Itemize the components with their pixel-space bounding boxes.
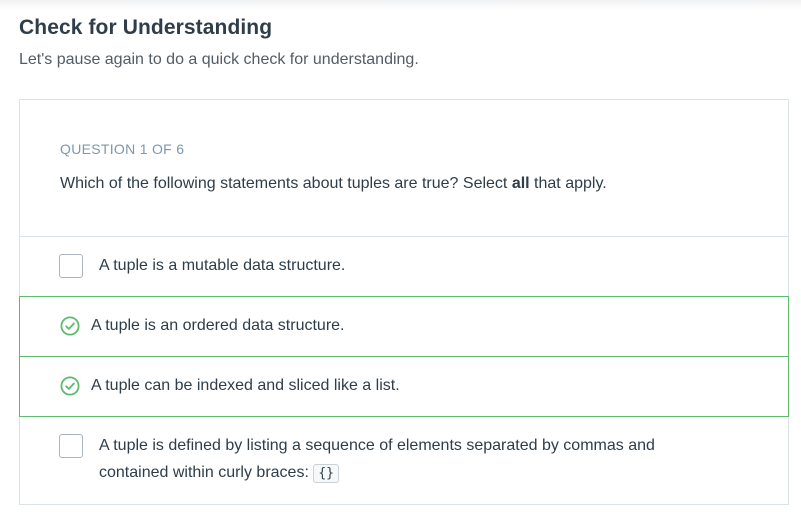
correct-check-icon [60,376,80,396]
page-subtitle: Let's pause again to do a quick check fo… [19,51,419,68]
page-title: Check for Understanding [19,16,273,39]
answer-option-3[interactable]: A tuple can be indexed and sliced like a… [19,356,789,417]
option-label: A tuple is an ordered data structure. [91,317,345,334]
question-prompt-end: that apply. [529,175,607,192]
answer-option-1[interactable]: A tuple is a mutable data structure. [19,237,789,297]
answer-option-2[interactable]: A tuple is an ordered data structure. [19,296,789,357]
option-label: A tuple is a mutable data structure. [99,257,346,274]
curly-braces-code: {} [313,464,339,483]
option-label: A tuple can be indexed and sliced like a… [91,377,400,394]
option-label-text: A tuple is defined by listing a sequence… [99,437,655,481]
correct-check-icon [60,316,80,336]
section-header: Check for Understanding Let's pause agai… [19,14,419,70]
option-checkbox[interactable] [59,254,83,278]
option-checkbox[interactable] [59,434,83,458]
option-label: A tuple is defined by listing a sequence… [99,432,699,487]
quiz-card: QUESTION 1 OF 6 Which of the following s… [19,99,789,505]
question-prompt: Which of the following statements about … [60,173,788,195]
question-prompt-start: Which of the following statements about … [60,175,512,192]
question-prompt-emphasis: all [511,175,530,192]
top-shadow [0,0,801,10]
answer-option-4[interactable]: A tuple is defined by listing a sequence… [19,417,789,505]
question-counter: QUESTION 1 OF 6 [60,141,185,157]
question-area: QUESTION 1 OF 6 Which of the following s… [20,100,788,237]
